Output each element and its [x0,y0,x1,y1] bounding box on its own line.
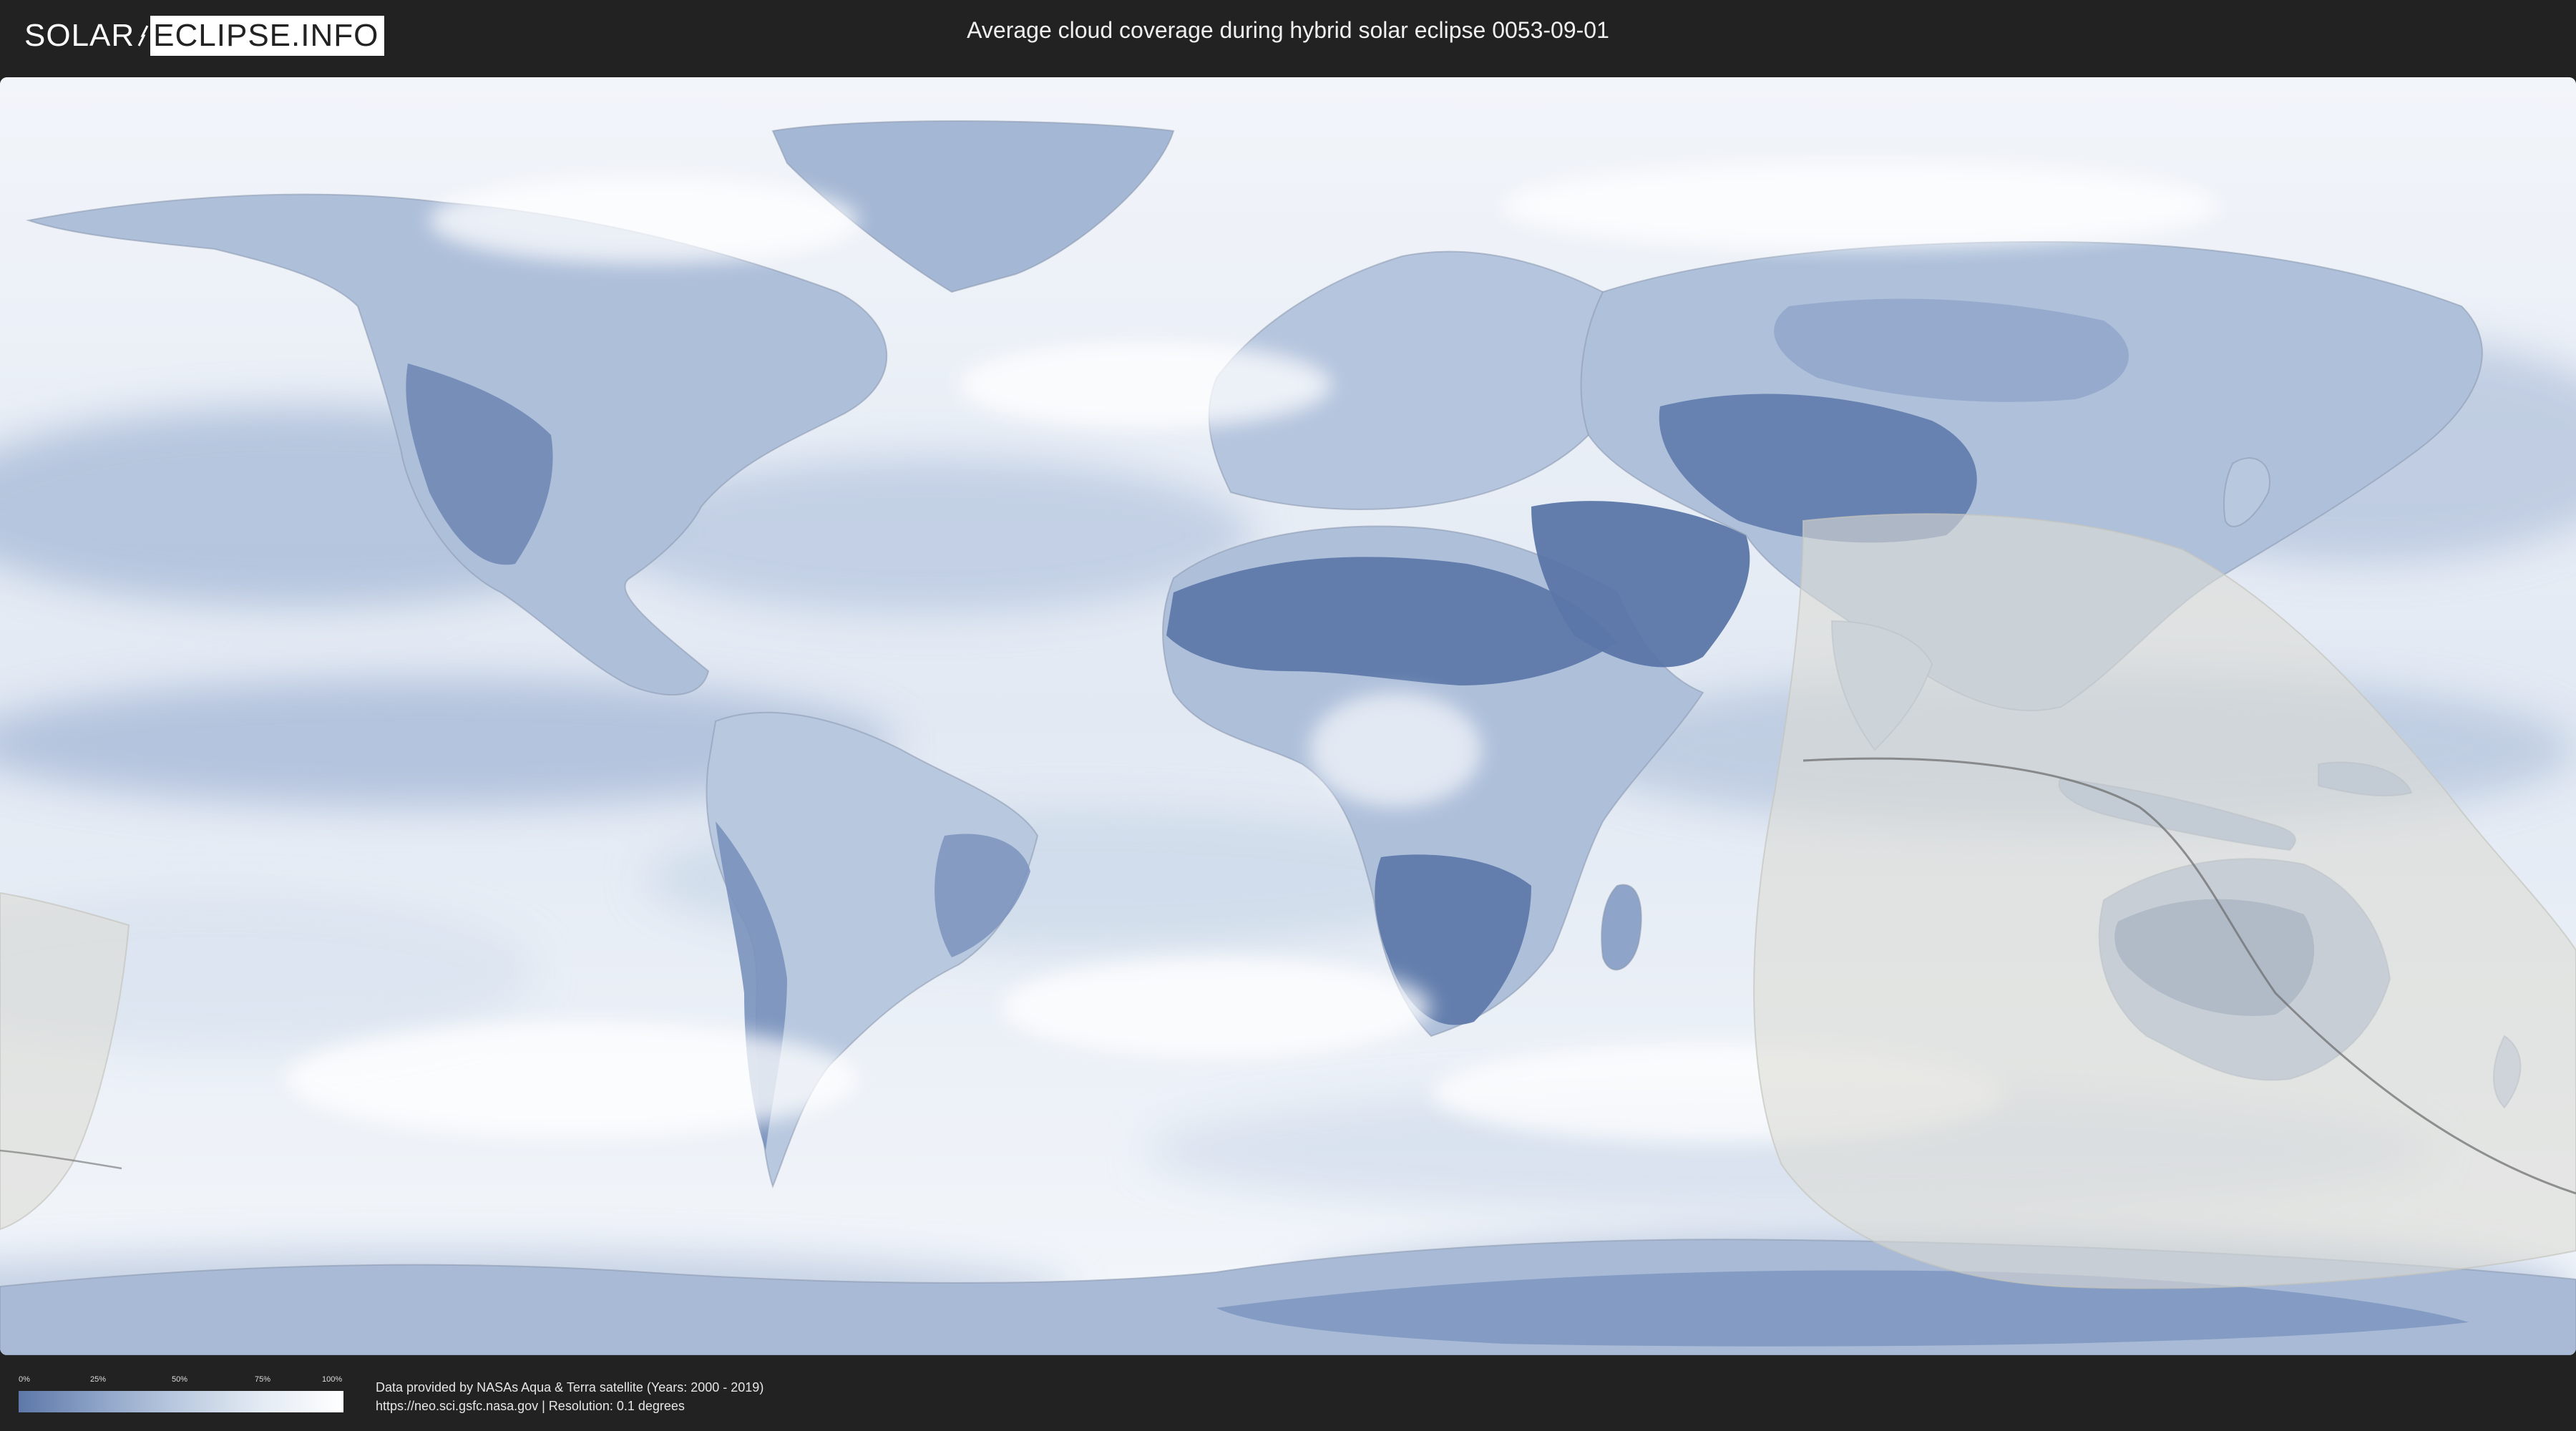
credits-url-line: https://neo.sci.gsfc.nasa.gov | Resoluti… [376,1399,685,1413]
legend-tick-75: 75% [255,1375,271,1384]
world-map-svg [0,77,2576,1355]
legend-tick-50: 50% [172,1375,188,1384]
page-title: Average cloud coverage during hybrid sol… [967,17,1609,43]
header-bar: SOLAR ECLIPSE.INFO Average cloud coverag… [0,0,2576,72]
data-credits: Data provided by NASAs Aqua & Terra sate… [376,1378,763,1415]
legend-tick-100: 100% [322,1375,343,1384]
legend-tick-0: 0% [19,1375,30,1384]
legend-ticks: 0% 25% 50% 75% 100% [19,1375,343,1387]
legend-tick-25: 25% [90,1375,107,1384]
cloud-coverage-legend: 0% 25% 50% 75% 100% [19,1375,343,1414]
cloud-coverage-map[interactable] [0,77,2576,1355]
credits-source-line: Data provided by NASAs Aqua & Terra sate… [376,1380,764,1395]
legend-gradient-bar [19,1391,343,1412]
